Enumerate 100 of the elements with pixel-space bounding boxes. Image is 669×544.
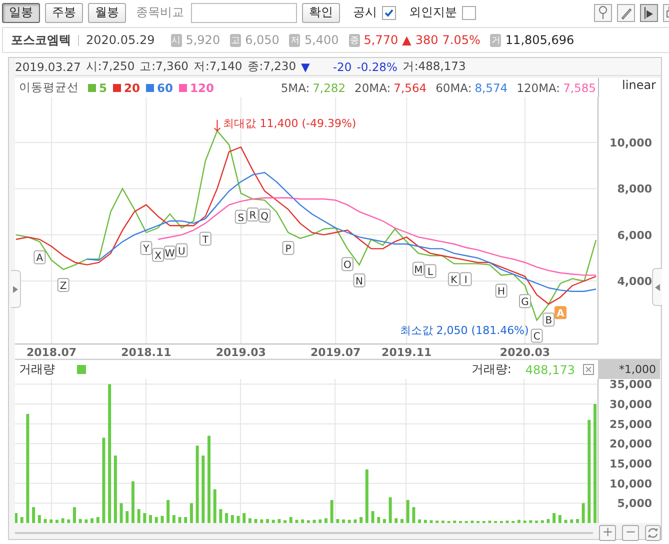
volume-bar <box>365 469 368 523</box>
chart-marker: I <box>460 272 472 286</box>
volume-bar <box>388 497 392 523</box>
cursor-price: 시:7,250 <box>86 59 135 74</box>
legend-label: 60 <box>157 80 174 94</box>
volume-bar <box>330 500 334 523</box>
ma-label: 5MA: <box>280 80 310 94</box>
quote-date: 2020.05.29 <box>86 33 155 47</box>
volume-bar <box>324 518 328 523</box>
volume-bar <box>418 519 422 523</box>
stock-name: 포스코엠텍 <box>11 32 71 48</box>
y-axis-label: 5,000 <box>617 497 652 510</box>
chart-marker: S <box>234 210 247 224</box>
volume-bar <box>272 520 275 523</box>
volume-bar <box>295 520 298 523</box>
volume-title: 거래량 <box>19 361 55 378</box>
volume-reading-label: 거래량: <box>471 361 512 378</box>
volume-bar <box>131 481 134 523</box>
volume-bar <box>15 513 18 523</box>
volume-bar <box>377 517 380 523</box>
volume-bar <box>535 520 538 523</box>
unit-label: *1,000 <box>598 360 660 379</box>
price-change: 380 <box>415 33 438 47</box>
volume-bar <box>453 520 456 523</box>
price-value: 11,805,696 <box>505 33 574 47</box>
option-label: 외인지분 <box>409 4 457 21</box>
volume-bar <box>441 520 444 523</box>
cursor-icon[interactable] <box>640 4 658 22</box>
price-type-badge: 고 <box>230 34 242 46</box>
volume-reading: 488,173 <box>525 362 575 376</box>
volume-bar <box>219 509 222 523</box>
scroll-track[interactable] <box>15 532 594 534</box>
chart-marker: A <box>34 250 46 264</box>
y-axis-label: 20,000 <box>610 438 652 451</box>
volume-bar <box>260 519 264 523</box>
volume-bar <box>318 519 322 523</box>
price-value: 5,920 <box>186 33 220 47</box>
cursor-change: -20 <box>332 60 352 74</box>
volume-bar <box>50 519 53 523</box>
volume-bar <box>72 507 76 523</box>
side-panel-toggle[interactable] <box>652 268 662 306</box>
volume-bar <box>278 519 281 523</box>
period-tab[interactable]: 주봉 <box>45 2 83 22</box>
volume-bar <box>470 520 474 523</box>
x-axis-label: 2019.03 <box>216 346 266 358</box>
volume-bar <box>154 517 158 523</box>
y-axis-label: 35,000 <box>610 379 652 392</box>
volume-bar <box>284 520 287 523</box>
volume-bar <box>360 517 363 523</box>
checkbox[interactable] <box>382 6 396 20</box>
x-axis-label: 2019.07 <box>310 346 361 358</box>
cursor-price: 저:7,140 <box>193 59 242 74</box>
period-tab[interactable]: 일봉 <box>2 2 40 22</box>
x-axis-label: 2019.11 <box>382 346 432 358</box>
checkbox[interactable] <box>462 6 476 20</box>
chart-marker: N <box>353 273 366 288</box>
y-axis-label: 10,000 <box>610 136 652 150</box>
volume-bar <box>160 516 164 523</box>
volume-bar <box>506 520 509 523</box>
pen-icon[interactable] <box>617 4 635 22</box>
volume-bar <box>382 519 386 523</box>
volume-bar <box>289 517 292 523</box>
compare-label: 종목비교 <box>136 4 184 21</box>
price-value: 5,770 <box>364 33 398 47</box>
volume-bar <box>558 515 562 523</box>
refresh-icon[interactable] <box>645 524 661 540</box>
x-axis-label: 2018.11 <box>121 346 172 358</box>
chart-marker: T <box>199 232 212 246</box>
price-type-badge: 종 <box>348 34 360 46</box>
side-panel-toggle[interactable] <box>11 270 21 308</box>
volume-bar <box>348 520 351 523</box>
compare-input-field[interactable] <box>191 2 297 22</box>
close-icon[interactable] <box>583 364 594 375</box>
y-axis-label: 30,000 <box>610 398 652 411</box>
cursor-date: 2019.03.27 <box>15 60 81 74</box>
chart-marker: P <box>282 241 294 255</box>
price-value: 6,050 <box>245 33 280 47</box>
volume-bar <box>523 520 526 523</box>
volume-bar <box>38 515 41 523</box>
volume-bar <box>184 517 188 523</box>
volume-bar <box>225 513 228 523</box>
ma-value: 7,282 <box>312 80 346 94</box>
confirm-button[interactable]: 확인 <box>302 2 340 22</box>
chart-marker: L <box>424 264 436 278</box>
volume-bar <box>529 520 532 523</box>
volume-bar <box>149 515 152 523</box>
pin-icon[interactable] <box>594 4 612 22</box>
ma-label: 20MA: <box>354 80 391 94</box>
y-axis-label: 4,000 <box>617 274 652 288</box>
volume-bar <box>254 519 258 523</box>
volume-bar <box>190 503 193 523</box>
period-tab[interactable]: 월봉 <box>88 2 126 22</box>
chart-marker: Q <box>258 208 271 223</box>
cursor-price: 고:7,360 <box>140 59 188 74</box>
ma-label: 60MA: <box>436 80 472 94</box>
cursor-volume: 거:488,173 <box>402 59 466 74</box>
volume-bar <box>61 518 64 523</box>
volume-bar <box>306 520 310 523</box>
volume-bar <box>582 503 585 523</box>
volume-bar <box>137 509 140 523</box>
